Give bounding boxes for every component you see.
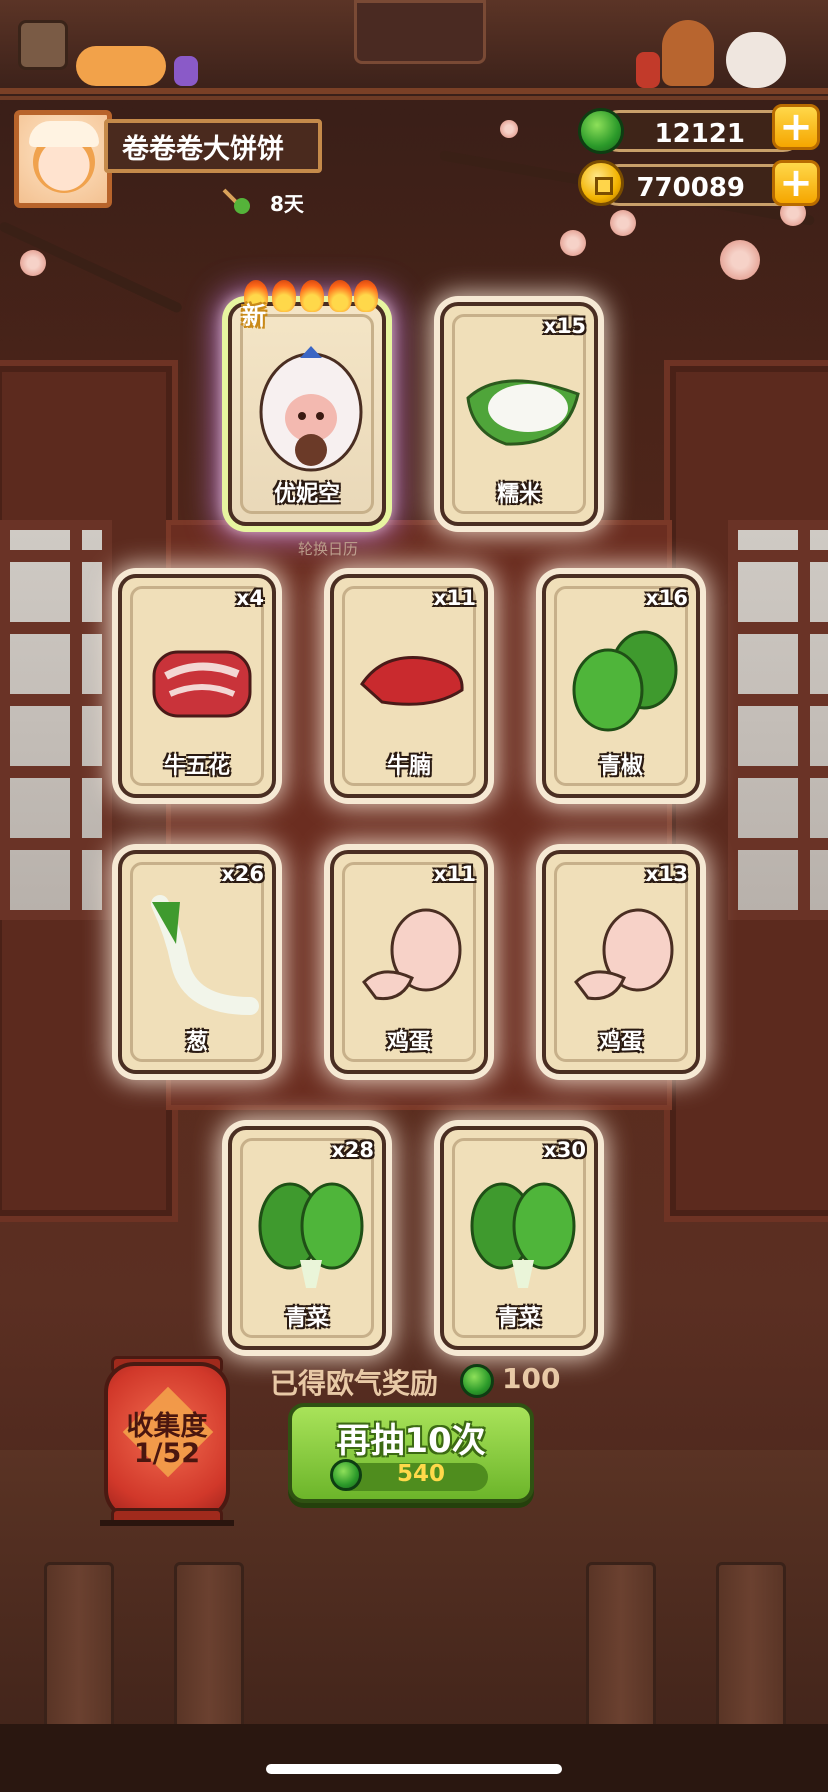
card-name: 糯米: [496, 482, 541, 507]
add-gems-button[interactable]: +: [772, 104, 820, 150]
luck-reward-label: 已得欧气奖励: [270, 1367, 439, 1400]
card-special-character[interactable]: 新 优妮空: [228, 280, 386, 526]
flame-icon: [328, 280, 352, 312]
bok-choy-icon: [250, 1170, 372, 1292]
fence-post: [716, 1562, 786, 1738]
fence-post: [174, 1562, 244, 1738]
card-egg[interactable]: x11 鸡蛋: [330, 850, 488, 1074]
draw-again-button[interactable]: 再抽10次 540: [288, 1403, 534, 1503]
cat-sleeping-icon: [76, 46, 166, 86]
white-cat-icon: [726, 32, 786, 88]
right-lattice-window: [728, 520, 828, 920]
egg-icon: [564, 894, 686, 1016]
card-count: x4: [235, 586, 264, 610]
card-count: x11: [433, 586, 476, 610]
card-name: 牛五花: [163, 754, 230, 779]
collection-progress: 1/52: [133, 1438, 201, 1469]
luck-reward-value: 100: [502, 1362, 561, 1395]
blossom-icon: [500, 120, 518, 138]
new-badge: 新: [242, 302, 266, 330]
boy-figure-icon: [662, 20, 714, 86]
rice-icon: [462, 346, 584, 468]
home-indicator[interactable]: [266, 1764, 562, 1774]
blossom-icon: [720, 240, 760, 280]
red-jar-icon: [636, 52, 660, 88]
collection-lantern-button[interactable]: 收集度 1/52: [104, 1362, 230, 1520]
card-name: 青菜: [496, 1306, 541, 1331]
card-name: 葱: [185, 1030, 208, 1055]
shelf-edge: [0, 88, 828, 94]
flame-icon: [272, 280, 296, 312]
card-count: x26: [221, 862, 264, 886]
scallion-icon: [140, 894, 262, 1016]
card-count: x15: [543, 314, 586, 338]
card-bok-choy[interactable]: x30 青菜: [440, 1126, 598, 1350]
scroll-decoration-icon: [18, 20, 68, 70]
card-name: 牛腩: [386, 754, 431, 779]
lantern-stand: [100, 1520, 234, 1556]
flame-icon: [300, 280, 324, 312]
beef-brisket-icon: [352, 618, 474, 740]
avatar-hat-icon: [29, 121, 99, 147]
egg-icon: [352, 894, 474, 1016]
card-egg[interactable]: x13 鸡蛋: [542, 850, 700, 1074]
blossom-icon: [560, 230, 586, 256]
card-name: 优妮空: [273, 482, 340, 507]
card-name: 青菜: [284, 1306, 329, 1331]
bottom-bar: [0, 1724, 828, 1792]
draw-cost: 540: [396, 1461, 445, 1487]
gem-icon: [578, 108, 624, 154]
fence-post: [44, 1562, 114, 1738]
draw-again-label: 再抽10次: [336, 1421, 486, 1461]
player-name: 卷卷卷大饼饼: [104, 119, 322, 173]
green-pepper-icon: [564, 618, 686, 740]
card-bok-choy[interactable]: x28 青菜: [228, 1126, 386, 1350]
card-count: x13: [645, 862, 688, 886]
card-name: 青椒: [598, 754, 643, 779]
card-count: x28: [331, 1138, 374, 1162]
pork-belly-icon: [140, 618, 262, 740]
card-count: x16: [645, 586, 688, 610]
card-beef-brisket[interactable]: x11 牛腩: [330, 574, 488, 798]
bok-choy-icon: [462, 1170, 584, 1292]
card-name: 鸡蛋: [386, 1030, 431, 1055]
gem-icon: [460, 1364, 494, 1398]
days-counter: 8天: [270, 192, 304, 216]
coin-icon: [578, 160, 624, 206]
add-coins-button[interactable]: +: [772, 160, 820, 206]
card-green-pepper[interactable]: x16 青椒: [542, 574, 700, 798]
purple-jar-icon: [174, 56, 198, 86]
card-glutinous-rice[interactable]: x15 糯米: [440, 302, 598, 526]
blossom-icon: [20, 250, 46, 276]
card-count: x30: [543, 1138, 586, 1162]
player-avatar[interactable]: [14, 110, 112, 208]
blossom-icon: [610, 210, 636, 236]
fence-post: [586, 1562, 656, 1738]
character-art-icon: [250, 346, 372, 472]
card-count: x11: [433, 862, 476, 886]
rotation-calendar-label: 轮换日历: [297, 540, 358, 558]
card-scallion[interactable]: x26 葱: [118, 850, 276, 1074]
left-lattice-window: [0, 520, 112, 920]
character-portrait-icon: [354, 0, 486, 64]
card-pork-belly[interactable]: x4 牛五花: [118, 574, 276, 798]
leaf-days-icon: [220, 186, 254, 216]
card-name: 鸡蛋: [598, 1030, 643, 1055]
flame-icon: [354, 280, 378, 312]
